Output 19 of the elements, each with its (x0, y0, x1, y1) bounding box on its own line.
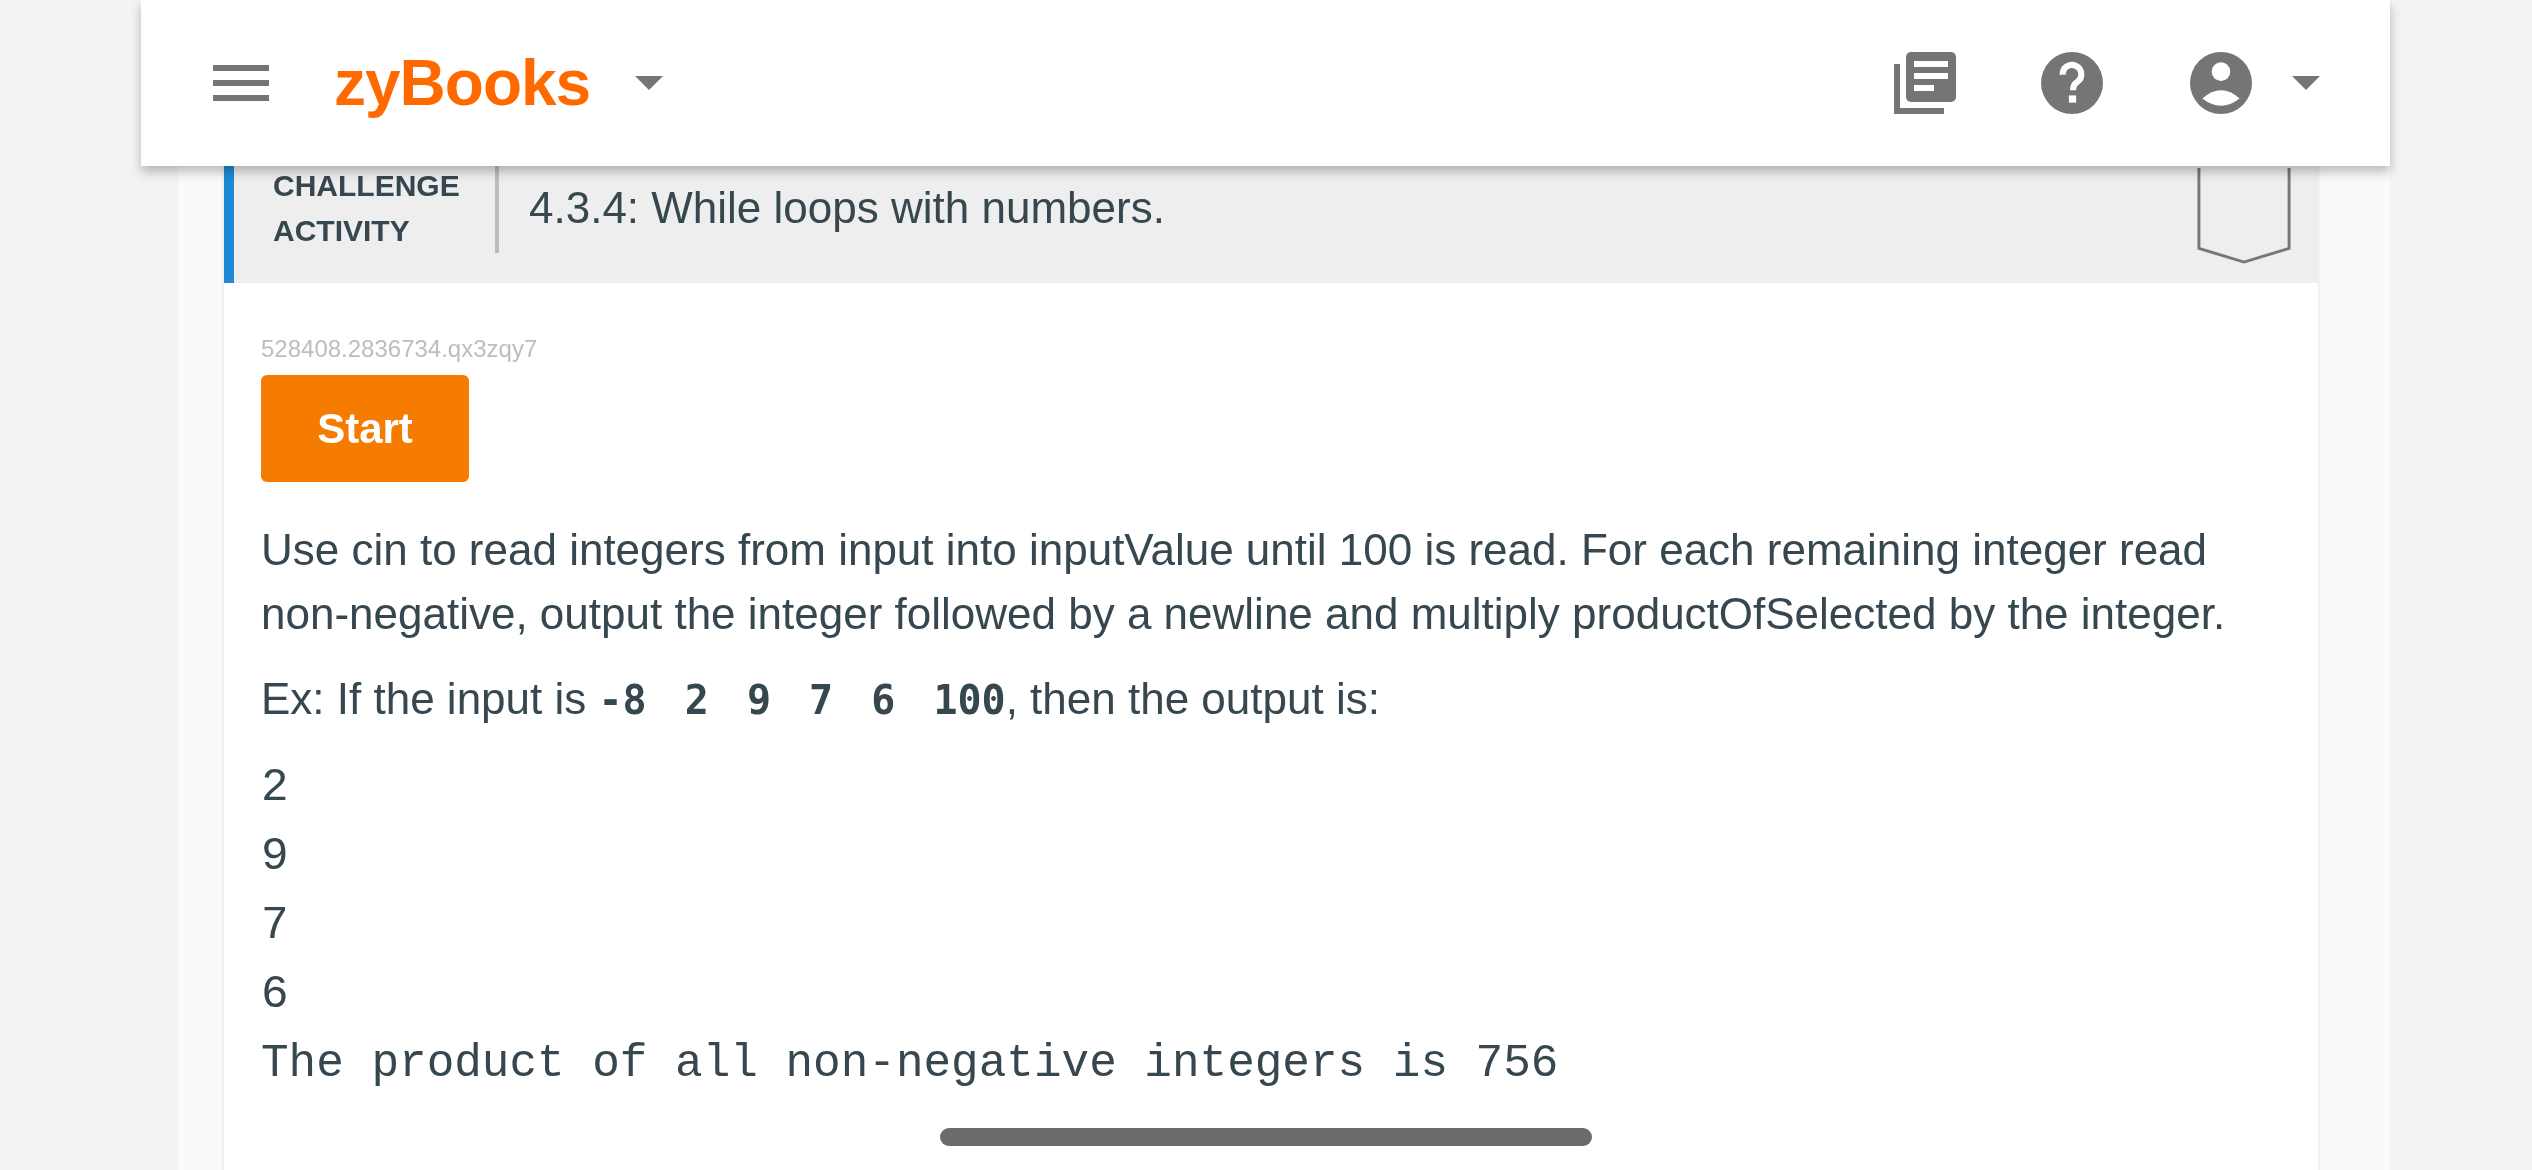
activity-title: 4.3.4: While loops with numbers. (529, 182, 1165, 233)
output-line: The product of all non-negative integers is 756 (261, 1037, 1560, 1092)
account-icon[interactable] (2190, 52, 2252, 114)
activity-type-label: CHALLENGE ACTIVITY (273, 162, 499, 253)
bookmark-icon[interactable] (2194, 168, 2294, 266)
output-line: 9 (261, 830, 290, 885)
output-line: 6 (261, 968, 290, 1023)
output-line: 7 (261, 899, 290, 954)
start-button[interactable]: Start (261, 375, 469, 482)
help-icon[interactable] (2041, 52, 2103, 114)
activity-id: 528408.2836734.qx3zqy7 (261, 335, 539, 363)
logo[interactable]: zyBooks (334, 46, 591, 120)
output-line: 2 (261, 761, 290, 816)
example-text: Ex: If the input is -8 2 9 7 6 100, then the output is: (261, 674, 1381, 724)
instructions-text: Use cin to read integers from input into inputValue until 100 is read. For each remaining integer read non-negative, output the integer followed by a newline and multiply productOfSelected by the integer. (261, 524, 2227, 640)
menu-icon[interactable] (213, 65, 269, 101)
caret-icon[interactable] (635, 76, 664, 90)
library-icon[interactable] (1894, 52, 1956, 114)
caret-icon[interactable] (2292, 76, 2320, 90)
